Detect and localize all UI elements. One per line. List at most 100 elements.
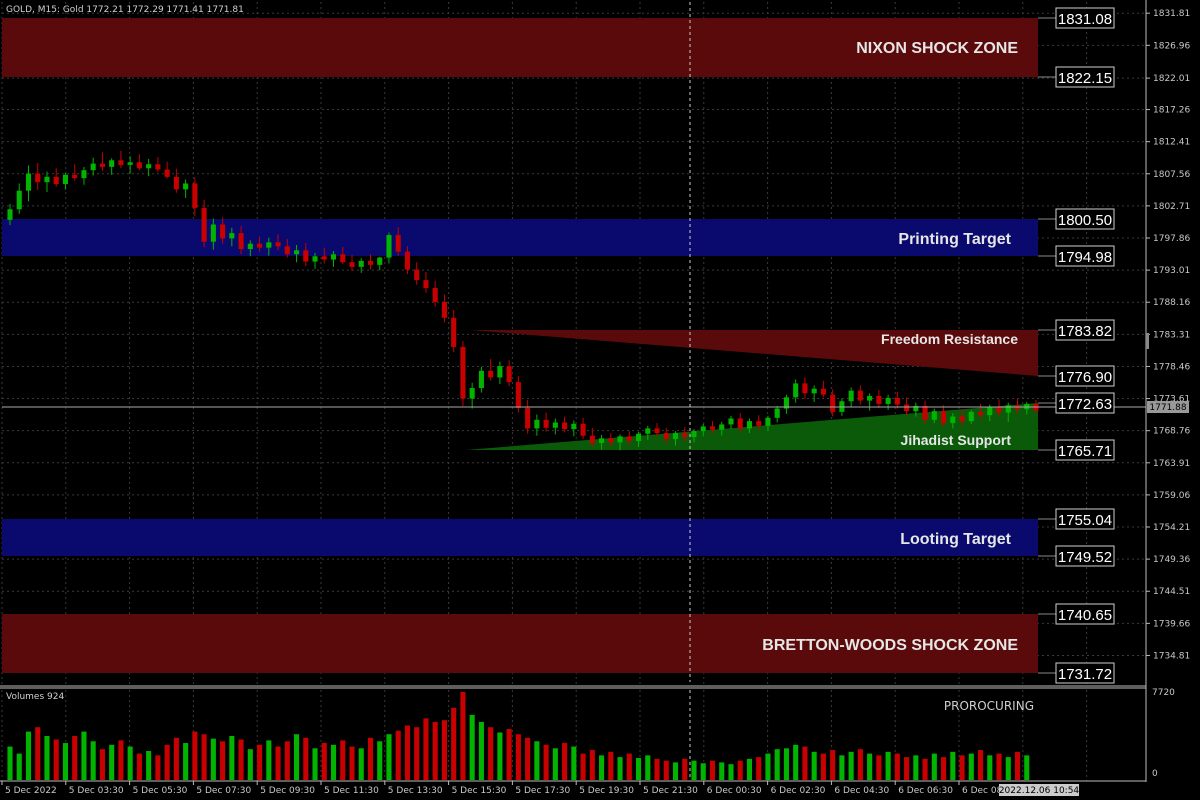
jihadist-bottom-price: 1765.71 [1058,443,1112,460]
price-tick-label: 1768.76 [1153,427,1190,437]
volume-bar [275,746,281,780]
volume-bar [709,760,716,780]
price-axis[interactable]: 1831.81 1826.96 1822.01 1817.26 1812.41 1807.… [1146,9,1190,661]
indicator-label: PROROCURING [944,699,1034,713]
candle-body [266,242,272,248]
volume-bar [839,755,845,780]
volume-bar [950,751,956,780]
volume-bar [312,748,318,780]
candle-body [99,163,105,167]
candle-body [441,301,447,318]
candle-body [719,424,725,430]
candle-body [525,407,531,429]
candle-body [210,224,216,242]
price-scroll-marker[interactable] [1146,333,1149,349]
volume-bar [682,758,688,780]
volume-bar [515,734,521,780]
candle-body [885,397,891,404]
cursor-time-label: 2022.12.06 10:54 [999,786,1080,796]
volume-bar [118,740,124,780]
candle-body [136,162,142,169]
candle-body [432,288,438,302]
volume-bar [109,744,115,780]
candle-body [968,411,974,422]
candle-body [183,183,189,190]
candle-body [173,176,179,190]
volume-bar [848,751,854,780]
candle-body [811,388,817,394]
candle-body [635,433,642,442]
candle-body [959,416,965,422]
looting-target-zone[interactable] [2,519,1038,556]
candle-body [53,176,59,185]
volume-bar [802,746,808,780]
volume-bar [941,757,947,780]
volume-bar [959,755,965,780]
volume-bar [876,755,882,780]
candle-body [284,246,290,255]
candle-body [922,405,928,420]
volume-bar [931,753,937,780]
candle-body [25,173,32,191]
candle-body [931,411,937,420]
looting-zone-label: Looting Target [900,531,1011,548]
volume-bar [266,740,272,780]
volume-bar [857,749,863,780]
volume-bar [136,753,142,780]
volume-bar [543,744,549,780]
volume-bar [672,762,679,780]
candle-body [460,346,466,399]
candle-body [793,383,799,398]
volume-bar [663,760,669,780]
jihadist-top-price: 1772.63 [1058,396,1112,413]
volume-bar [257,744,263,780]
volume-bar [99,749,105,780]
candle-body [654,428,660,434]
volume-bar [1024,755,1030,780]
volume-bar [506,728,512,780]
price-tick-label: 1734.81 [1153,651,1190,661]
volume-bar [284,741,290,780]
volume-bar [127,746,133,780]
volume-bar [16,753,22,780]
time-tick-label: 6 Dec 06:30 [898,786,953,796]
volume-bar [460,692,466,780]
candle-body [709,426,716,430]
candle-body [44,176,50,183]
candle-body [127,162,133,165]
candle-body [543,419,549,428]
candle-body [118,160,124,165]
printing-target-zone[interactable] [2,219,1038,256]
time-tick-label: 6 Dec 04:30 [834,786,889,796]
volume-bar [737,760,743,780]
volume-bar [820,753,826,780]
volume-bar [811,751,817,780]
volume-bar [654,758,660,780]
candle-body [987,406,993,416]
volume-bar [700,763,706,780]
volume-bar [1014,751,1021,780]
printing-top-price: 1800.50 [1058,212,1112,229]
candle-body [72,174,78,179]
volume-bar [968,753,974,780]
volume-bar [497,732,503,780]
candle-body [35,173,41,183]
candle-body [238,233,244,249]
candle-body [774,408,780,418]
candle-body [229,233,235,239]
freedom-bottom-price: 1776.90 [1058,369,1112,386]
volume-bar [25,731,32,780]
volume-bar [164,744,170,780]
time-tick-label: 5 Dec 09:30 [260,786,315,796]
candle-body [645,428,651,434]
price-tick-label: 1822.01 [1153,74,1190,84]
volume-bar [35,727,41,780]
volume-bar [62,743,69,780]
volume-bar [155,755,161,780]
volume-bar [580,753,586,780]
time-tick-label: 5 Dec 21:30 [643,786,698,796]
candle-body [423,280,429,289]
volume-bar [525,737,531,780]
candle-body [876,395,882,404]
price-chart[interactable]: NIXON SHOCK ZONE Printing Target Freedom… [0,0,1200,800]
